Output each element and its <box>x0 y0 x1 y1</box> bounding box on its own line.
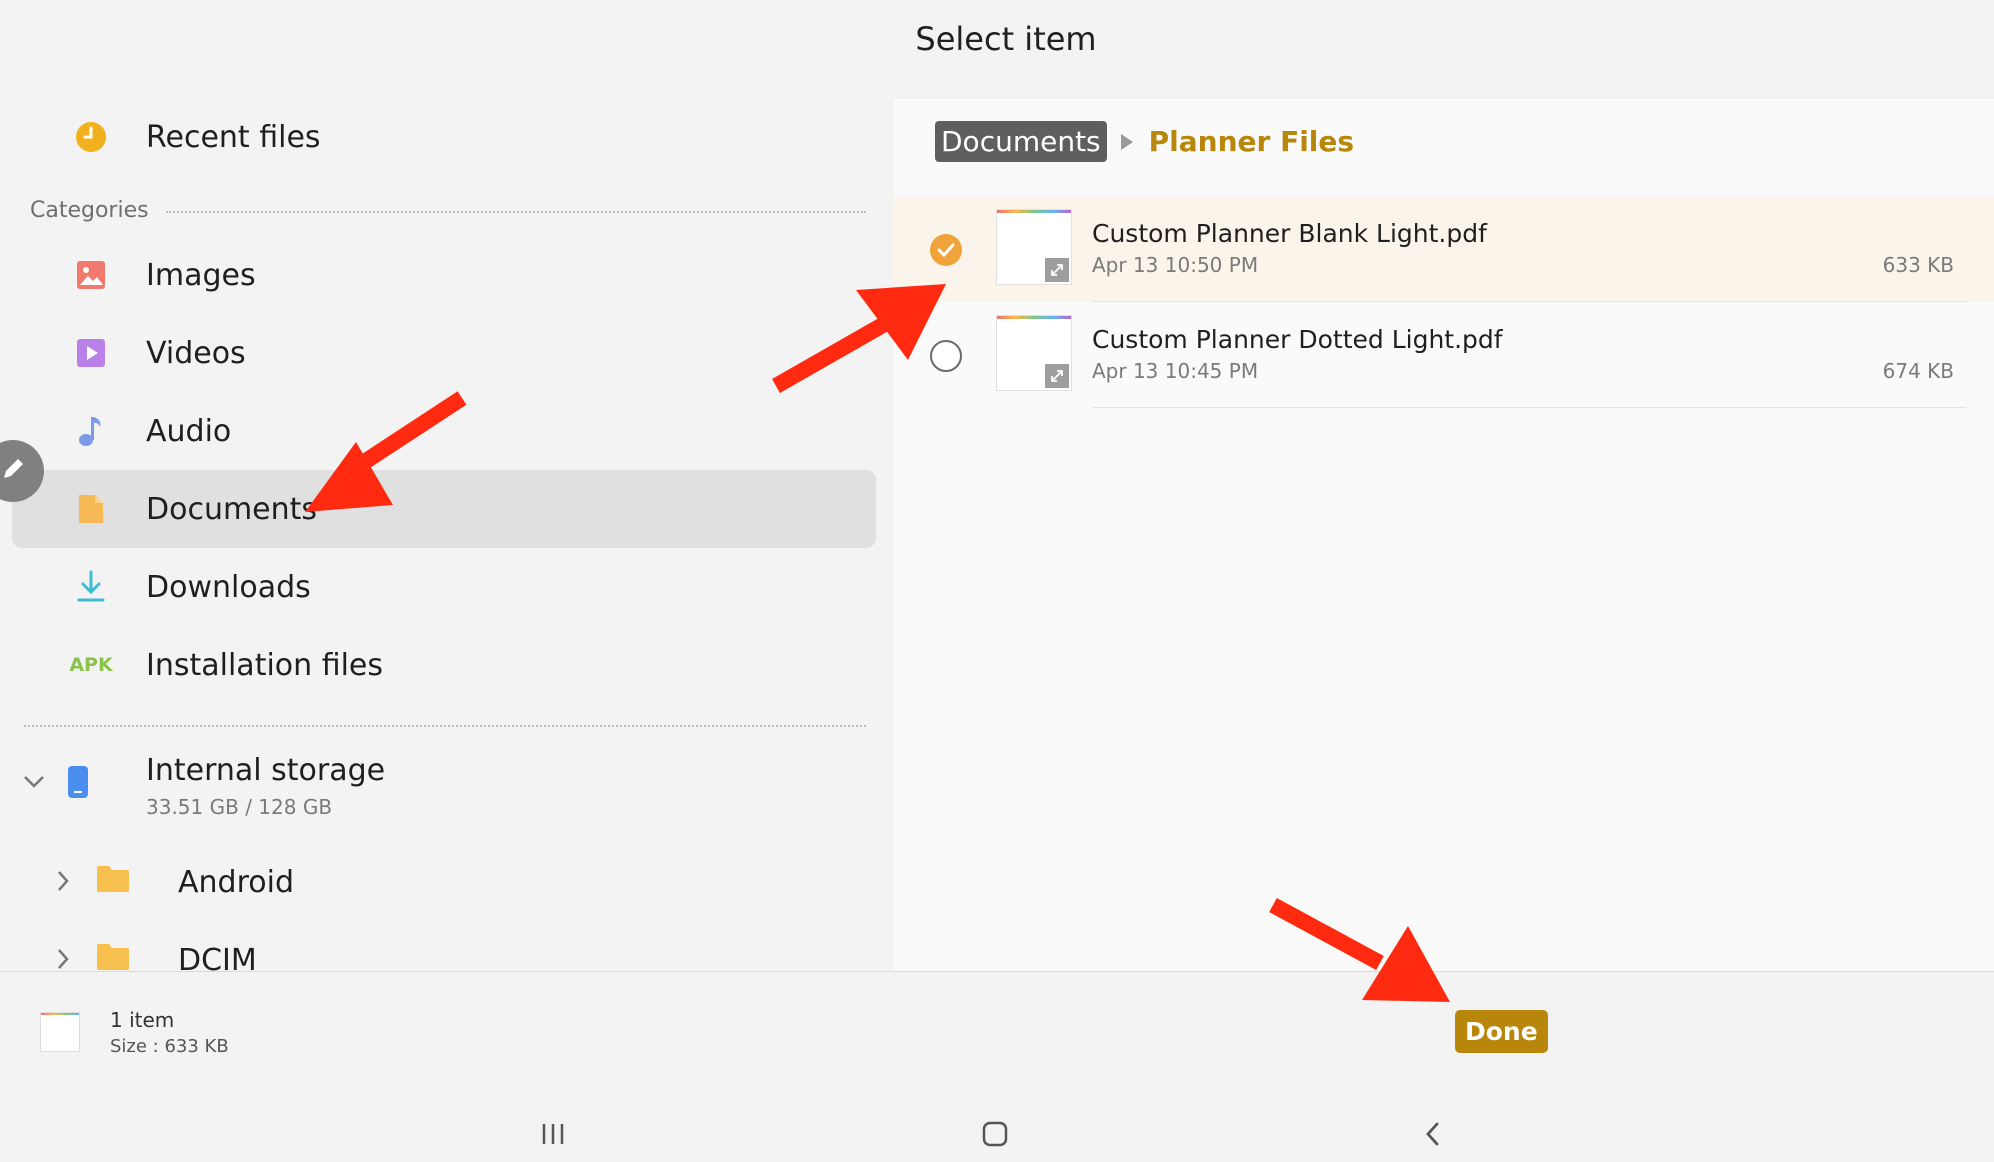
breadcrumb-root[interactable]: Documents <box>935 121 1107 162</box>
sidebar-item-downloads[interactable]: Downloads <box>12 548 876 626</box>
breadcrumb: Documents Planner Files <box>935 121 1354 162</box>
sidebar: Recent files Categories Images Videos Au… <box>0 98 894 971</box>
sidebar-item-installation-files[interactable]: APK Installation files <box>12 626 876 704</box>
storage-usage: 33.51 GB / 128 GB <box>146 795 333 819</box>
breadcrumb-current[interactable]: Planner Files <box>1149 125 1354 158</box>
image-icon <box>62 255 120 295</box>
file-thumbnail <box>996 315 1072 391</box>
folder-label: Android <box>178 864 294 900</box>
document-icon <box>62 489 120 529</box>
sidebar-item-label: Downloads <box>146 569 311 605</box>
apk-icon: APK <box>69 654 113 676</box>
dialog-title: Select item <box>915 20 1097 58</box>
selection-bar: 1 item Size : 633 KB Done <box>0 971 1994 1162</box>
pencil-icon <box>0 456 26 486</box>
file-name: Custom Planner Dotted Light.pdf <box>1092 325 1503 354</box>
divider <box>1092 407 1966 408</box>
chevron-right-icon[interactable] <box>56 869 70 897</box>
file-name: Custom Planner Blank Light.pdf <box>1092 219 1487 248</box>
sidebar-item-documents[interactable]: Documents <box>12 470 876 548</box>
selected-file-thumbnail <box>40 1012 80 1052</box>
file-thumbnail <box>996 209 1072 285</box>
selection-size: Size : 633 KB <box>110 1036 229 1057</box>
home-icon[interactable] <box>975 1114 1015 1154</box>
storage-title: Internal storage <box>146 753 386 788</box>
file-size: 674 KB <box>1882 359 1954 383</box>
expand-icon[interactable] <box>1045 258 1069 282</box>
file-list-panel: Documents Planner Files Custom Planner B… <box>894 99 1994 972</box>
check-icon <box>937 243 955 258</box>
divider <box>1092 301 1966 302</box>
categories-heading: Categories <box>30 198 149 223</box>
checkbox-checked[interactable] <box>930 234 962 266</box>
sidebar-item-recent-files[interactable]: Recent files <box>12 98 876 176</box>
phone-icon <box>66 765 90 803</box>
music-note-icon <box>62 411 120 451</box>
sidebar-item-label: Installation files <box>146 647 384 683</box>
file-size: 633 KB <box>1882 253 1954 277</box>
folder-dcim[interactable]: DCIM <box>48 921 848 971</box>
download-icon <box>62 567 120 607</box>
file-date: Apr 13 10:50 PM <box>1092 253 1259 277</box>
file-date: Apr 13 10:45 PM <box>1092 359 1259 383</box>
sidebar-item-images[interactable]: Images <box>12 236 876 314</box>
sidebar-item-label: Recent files <box>146 119 321 155</box>
folder-icon <box>96 943 130 971</box>
clock-icon <box>62 117 120 157</box>
divider <box>166 211 866 213</box>
selection-count: 1 item <box>110 1008 175 1032</box>
sidebar-item-label: Images <box>146 257 256 293</box>
expand-icon[interactable] <box>1045 364 1069 388</box>
folder-android[interactable]: Android <box>48 843 848 921</box>
folder-label: DCIM <box>178 942 257 972</box>
chevron-down-icon[interactable] <box>22 774 46 794</box>
file-row[interactable]: Custom Planner Dotted Light.pdf Apr 13 1… <box>894 303 1994 408</box>
sidebar-item-label: Audio <box>146 413 232 449</box>
sidebar-item-audio[interactable]: Audio <box>12 392 876 470</box>
breadcrumb-arrow-icon <box>1120 133 1133 150</box>
sidebar-item-videos[interactable]: Videos <box>12 314 876 392</box>
video-icon <box>62 333 120 373</box>
sidebar-item-label: Videos <box>146 335 246 371</box>
done-button[interactable]: Done <box>1455 1010 1548 1053</box>
checkbox-unchecked[interactable] <box>930 340 962 372</box>
back-icon[interactable] <box>1413 1114 1453 1154</box>
file-row[interactable]: Custom Planner Blank Light.pdf Apr 13 10… <box>894 197 1994 302</box>
recent-apps-icon[interactable] <box>533 1114 573 1154</box>
sidebar-item-label: Documents <box>146 491 318 527</box>
chevron-right-icon[interactable] <box>56 947 70 971</box>
divider <box>24 725 866 727</box>
folder-icon <box>96 865 130 897</box>
